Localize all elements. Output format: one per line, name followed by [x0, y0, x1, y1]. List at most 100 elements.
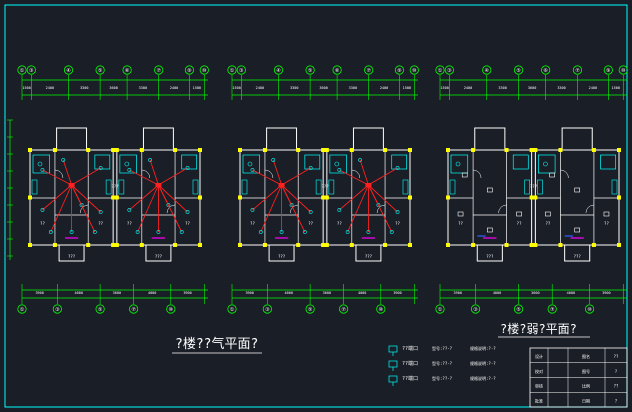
distribution-box — [278, 183, 285, 187]
top-dim-text: 2400 — [256, 86, 264, 90]
title-block-value: ?? — [614, 354, 619, 359]
top-axis-7-label: ⑨ — [187, 68, 192, 74]
center-stair-label: ??? — [321, 184, 329, 189]
column — [262, 243, 267, 247]
bottom-axis-2-label: ③ — [265, 307, 270, 313]
bottom-axis-3-label: ⑤ — [516, 307, 521, 313]
top-dim-text: 2400 — [380, 86, 388, 90]
bottom-dim-text: 3600 — [113, 291, 121, 295]
column — [114, 148, 119, 152]
top-axis-4-label: ⑤ — [308, 68, 313, 74]
top-axis-6-label: ⑦ — [366, 68, 371, 74]
top-axis-6-label: ⑦ — [575, 68, 580, 74]
bottom-dim-text: 3900 — [602, 291, 610, 295]
column — [324, 243, 329, 247]
column — [296, 243, 301, 247]
center-stair-label: ??? — [111, 184, 119, 189]
title-block-cell-label: 图名 — [582, 353, 590, 359]
top-axis-5-label: ⑥ — [543, 68, 548, 74]
bottom-axis-1-label: ① — [230, 307, 235, 313]
top-dim-text: 3300 — [139, 86, 147, 90]
top-dim-text: 1500 — [193, 86, 201, 90]
bottom-dim-text: 3900 — [35, 291, 43, 295]
column — [139, 148, 144, 152]
bottom-axis-3-label: ⑤ — [308, 307, 313, 313]
bottom-dim-text: 3900 — [183, 291, 191, 295]
room-label: ?? — [98, 221, 103, 226]
room-label: ?? — [458, 221, 463, 226]
room-label: ??? — [486, 254, 494, 259]
column — [533, 195, 538, 200]
room-label: ??? — [574, 254, 582, 259]
column — [529, 243, 534, 247]
column — [86, 148, 91, 152]
column — [173, 243, 178, 247]
title-block-cell-label: 比例 — [582, 383, 590, 389]
column — [558, 243, 563, 247]
column — [408, 195, 412, 200]
top-axis-1-label: ① — [20, 68, 25, 74]
bottom-axis-5-label: ⑩ — [169, 307, 174, 313]
column — [28, 148, 32, 152]
top-axis-4-label: ⑤ — [98, 68, 103, 74]
room-label: ??? — [155, 254, 163, 259]
bottom-dim-text: 3600 — [323, 291, 331, 295]
top-dim-text: 1500 — [22, 86, 30, 90]
legend-spec: 型号:??-? — [432, 360, 453, 366]
bottom-dim-text: 4000 — [358, 291, 366, 295]
top-dim-text: 3300 — [557, 86, 565, 90]
top-axis-4-label: ⑤ — [516, 68, 521, 74]
column — [139, 243, 144, 247]
column — [52, 243, 57, 247]
column — [111, 243, 116, 247]
column — [446, 243, 450, 247]
bottom-axis-1-label: ① — [438, 307, 443, 313]
cad-canvas: ① ③ ④ ⑤ ⑥ ⑦ ⑨ ⑩1500 2400 3300 3600 3300 2400 1500① ③ ⑤ ⑦… — [0, 0, 632, 412]
bottom-dim-text: 3900 — [393, 291, 401, 295]
top-dim-text: 3600 — [528, 86, 536, 90]
top-axis-8-label: ⑩ — [621, 68, 626, 74]
column — [446, 195, 450, 200]
legend-note: 规格说明:?-? — [470, 345, 496, 351]
column — [383, 148, 388, 152]
bottom-axis-2-label: ③ — [55, 307, 60, 313]
column — [349, 243, 354, 247]
column — [238, 195, 242, 200]
top-axis-3-label: ④ — [66, 68, 71, 74]
top-dim-text: 1500 — [232, 86, 240, 90]
bottom-axis-5-label: ⑩ — [379, 307, 384, 313]
column — [321, 195, 326, 200]
column — [529, 195, 534, 200]
bottom-axis-5-label: ⑩ — [587, 307, 592, 313]
room-label: ?? — [395, 221, 400, 226]
top-axis-1-label: ① — [438, 68, 443, 74]
top-axis-2-label: ③ — [239, 68, 244, 74]
bottom-axis-3-label: ⑤ — [98, 307, 103, 313]
room-label: ??? — [365, 254, 373, 259]
title-block-row-label: 设计 — [535, 353, 543, 359]
top-dim-text: 1500 — [440, 86, 448, 90]
top-dim-text: 2400 — [464, 86, 472, 90]
column — [86, 243, 91, 247]
top-axis-5-label: ⑥ — [335, 68, 340, 74]
column — [617, 195, 621, 200]
column — [533, 243, 538, 247]
title-block-row-label: 批准 — [535, 397, 543, 403]
distribution-box — [155, 183, 162, 187]
legend-spec: 型号:??-? — [432, 375, 453, 381]
room-label: ??? — [278, 254, 286, 259]
top-axis-7-label: ⑨ — [397, 68, 402, 74]
column — [262, 148, 267, 152]
room-label: ?? — [308, 221, 313, 226]
column — [114, 195, 119, 200]
column — [111, 195, 116, 200]
bottom-axis-4-label: ⑦ — [550, 307, 555, 313]
top-axis-1-label: ① — [230, 68, 235, 74]
top-dim-text: 3300 — [290, 86, 298, 90]
legend-code: ??端口 — [402, 345, 418, 352]
center-stair-label: ??? — [530, 184, 538, 189]
top-dim-text: 3300 — [349, 86, 357, 90]
title-block-row-label: 审核 — [535, 383, 543, 389]
legend-code: ??端口 — [402, 375, 418, 382]
column — [198, 148, 202, 152]
